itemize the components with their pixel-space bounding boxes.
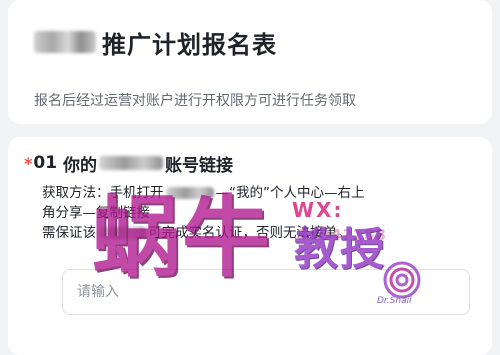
description-text: 可完成实名认证，否则无法接单。 — [148, 225, 351, 241]
form-header-card: 推广计划报名表 报名后经过运营对账户进行开权限方可进行任务领取 — [8, 0, 492, 124]
redacted-platform-name — [99, 156, 164, 170]
question-title-row: * 01 你的 账号链接 — [24, 151, 492, 176]
description-line: 获取方法：手机打开 —“我的”个人中心—右上 — [42, 183, 492, 203]
description-text: 获取方法：手机打开 — [42, 185, 164, 201]
form-title: 推广计划报名表 — [102, 30, 277, 59]
redacted-account-name — [98, 227, 146, 239]
description-text: 需保证该 — [42, 225, 96, 241]
question-label-suffix: 账号链接 — [165, 155, 234, 176]
form-title-row: 推广计划报名表 — [34, 22, 492, 62]
description-line: 需保证该 可完成实名认证，否则无法接单。 — [42, 223, 492, 243]
question-label-prefix: 你的 — [63, 155, 98, 176]
account-link-input[interactable] — [62, 269, 470, 315]
description-line: 角分享—复制链接 — [42, 205, 150, 221]
question-card: * 01 你的 账号链接 获取方法：手机打开 —“我的”个人中心—右上 角分享—复… — [8, 137, 492, 355]
redacted-platform-name — [34, 31, 96, 53]
question-number: 01 — [33, 153, 58, 173]
description-text: —“我的”个人中心—右上 — [215, 185, 365, 201]
required-marker: * — [24, 153, 33, 173]
redacted-app-name — [165, 187, 214, 199]
form-subtitle: 报名后经过运营对账户进行开权限方可进行任务领取 — [34, 93, 356, 109]
question-description: 获取方法：手机打开 —“我的”个人中心—右上 角分享—复制链接 需保证该 可完成实名… — [42, 183, 492, 243]
